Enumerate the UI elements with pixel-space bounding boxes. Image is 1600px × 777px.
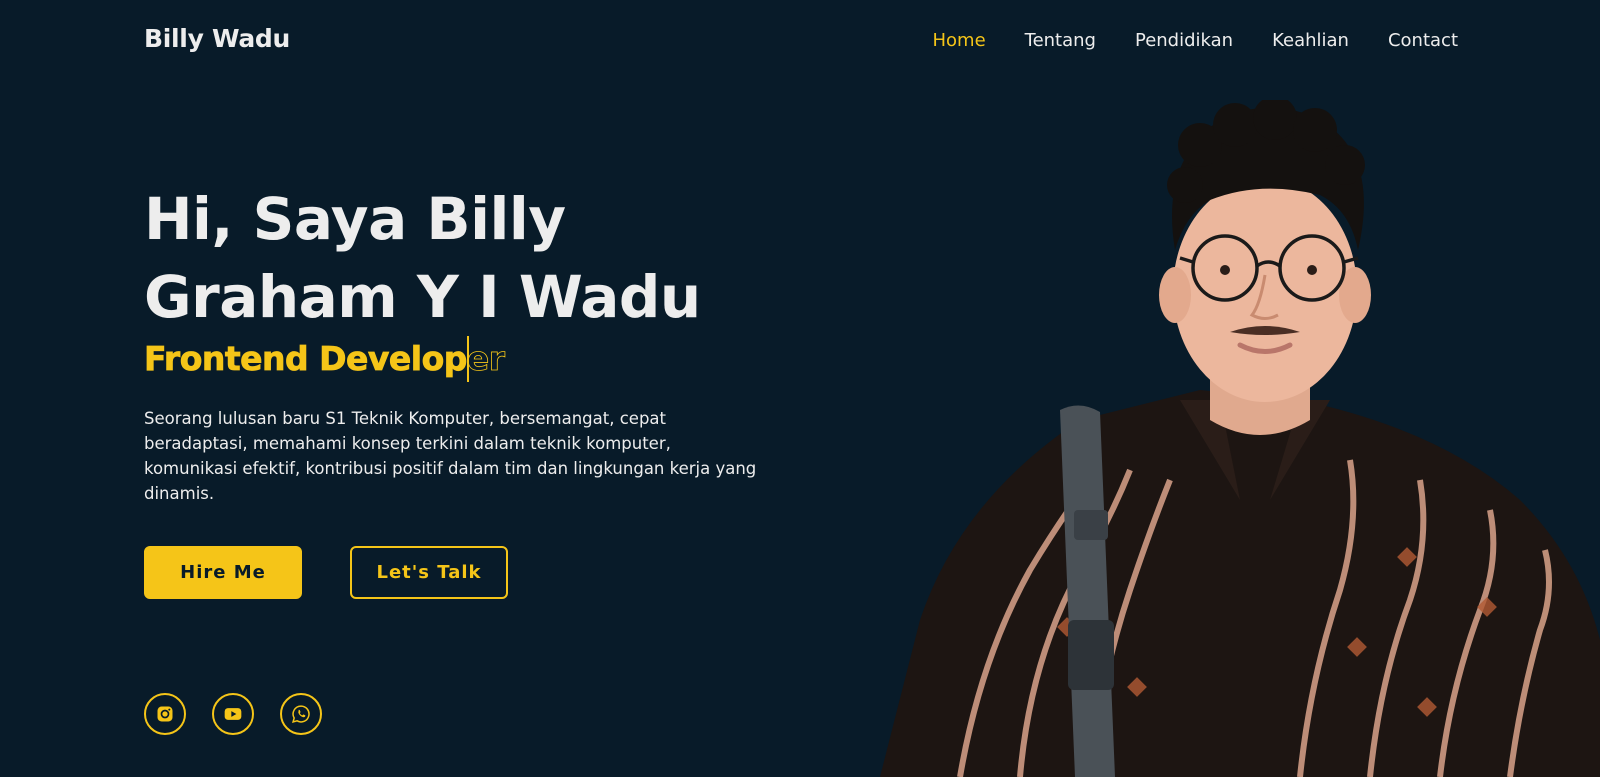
instagram-link[interactable] bbox=[144, 693, 186, 735]
hero-section: Hi, Saya Billy Graham Y I Wadu Frontend … bbox=[144, 180, 784, 506]
hero-title-line1: Hi, Saya Billy bbox=[144, 185, 566, 253]
whatsapp-icon bbox=[292, 705, 310, 723]
nav-contact[interactable]: Contact bbox=[1388, 30, 1458, 51]
role-filled-text: Frontend Developer bbox=[144, 336, 469, 382]
profile-photo bbox=[880, 100, 1600, 777]
site-logo[interactable]: Billy Wadu bbox=[144, 24, 290, 53]
youtube-icon bbox=[224, 708, 242, 720]
nav-keahlian[interactable]: Keahlian bbox=[1272, 30, 1349, 51]
nav-home[interactable]: Home bbox=[932, 30, 985, 51]
role-typing-text: Frontend Developer Frontend Developer bbox=[144, 336, 505, 382]
hero-title: Hi, Saya Billy Graham Y I Wadu bbox=[144, 180, 784, 336]
hero-title-line2: Graham Y I Wadu bbox=[144, 263, 701, 331]
nav-pendidikan[interactable]: Pendidikan bbox=[1135, 30, 1233, 51]
nav-tentang[interactable]: Tentang bbox=[1025, 30, 1096, 51]
main-nav: Home Tentang Pendidikan Keahlian Contact bbox=[932, 30, 1458, 51]
site-header: Billy Wadu Home Tentang Pendidikan Keahl… bbox=[0, 0, 1600, 82]
social-links bbox=[144, 693, 322, 735]
lets-talk-button[interactable]: Let's Talk bbox=[350, 546, 508, 599]
hero-description: Seorang lulusan baru S1 Teknik Komputer,… bbox=[144, 409, 757, 503]
youtube-link[interactable] bbox=[212, 693, 254, 735]
whatsapp-link[interactable] bbox=[280, 693, 322, 735]
hero-buttons: Hire Me Let's Talk bbox=[144, 546, 508, 599]
hire-me-button[interactable]: Hire Me bbox=[144, 546, 302, 599]
instagram-icon bbox=[157, 706, 173, 722]
